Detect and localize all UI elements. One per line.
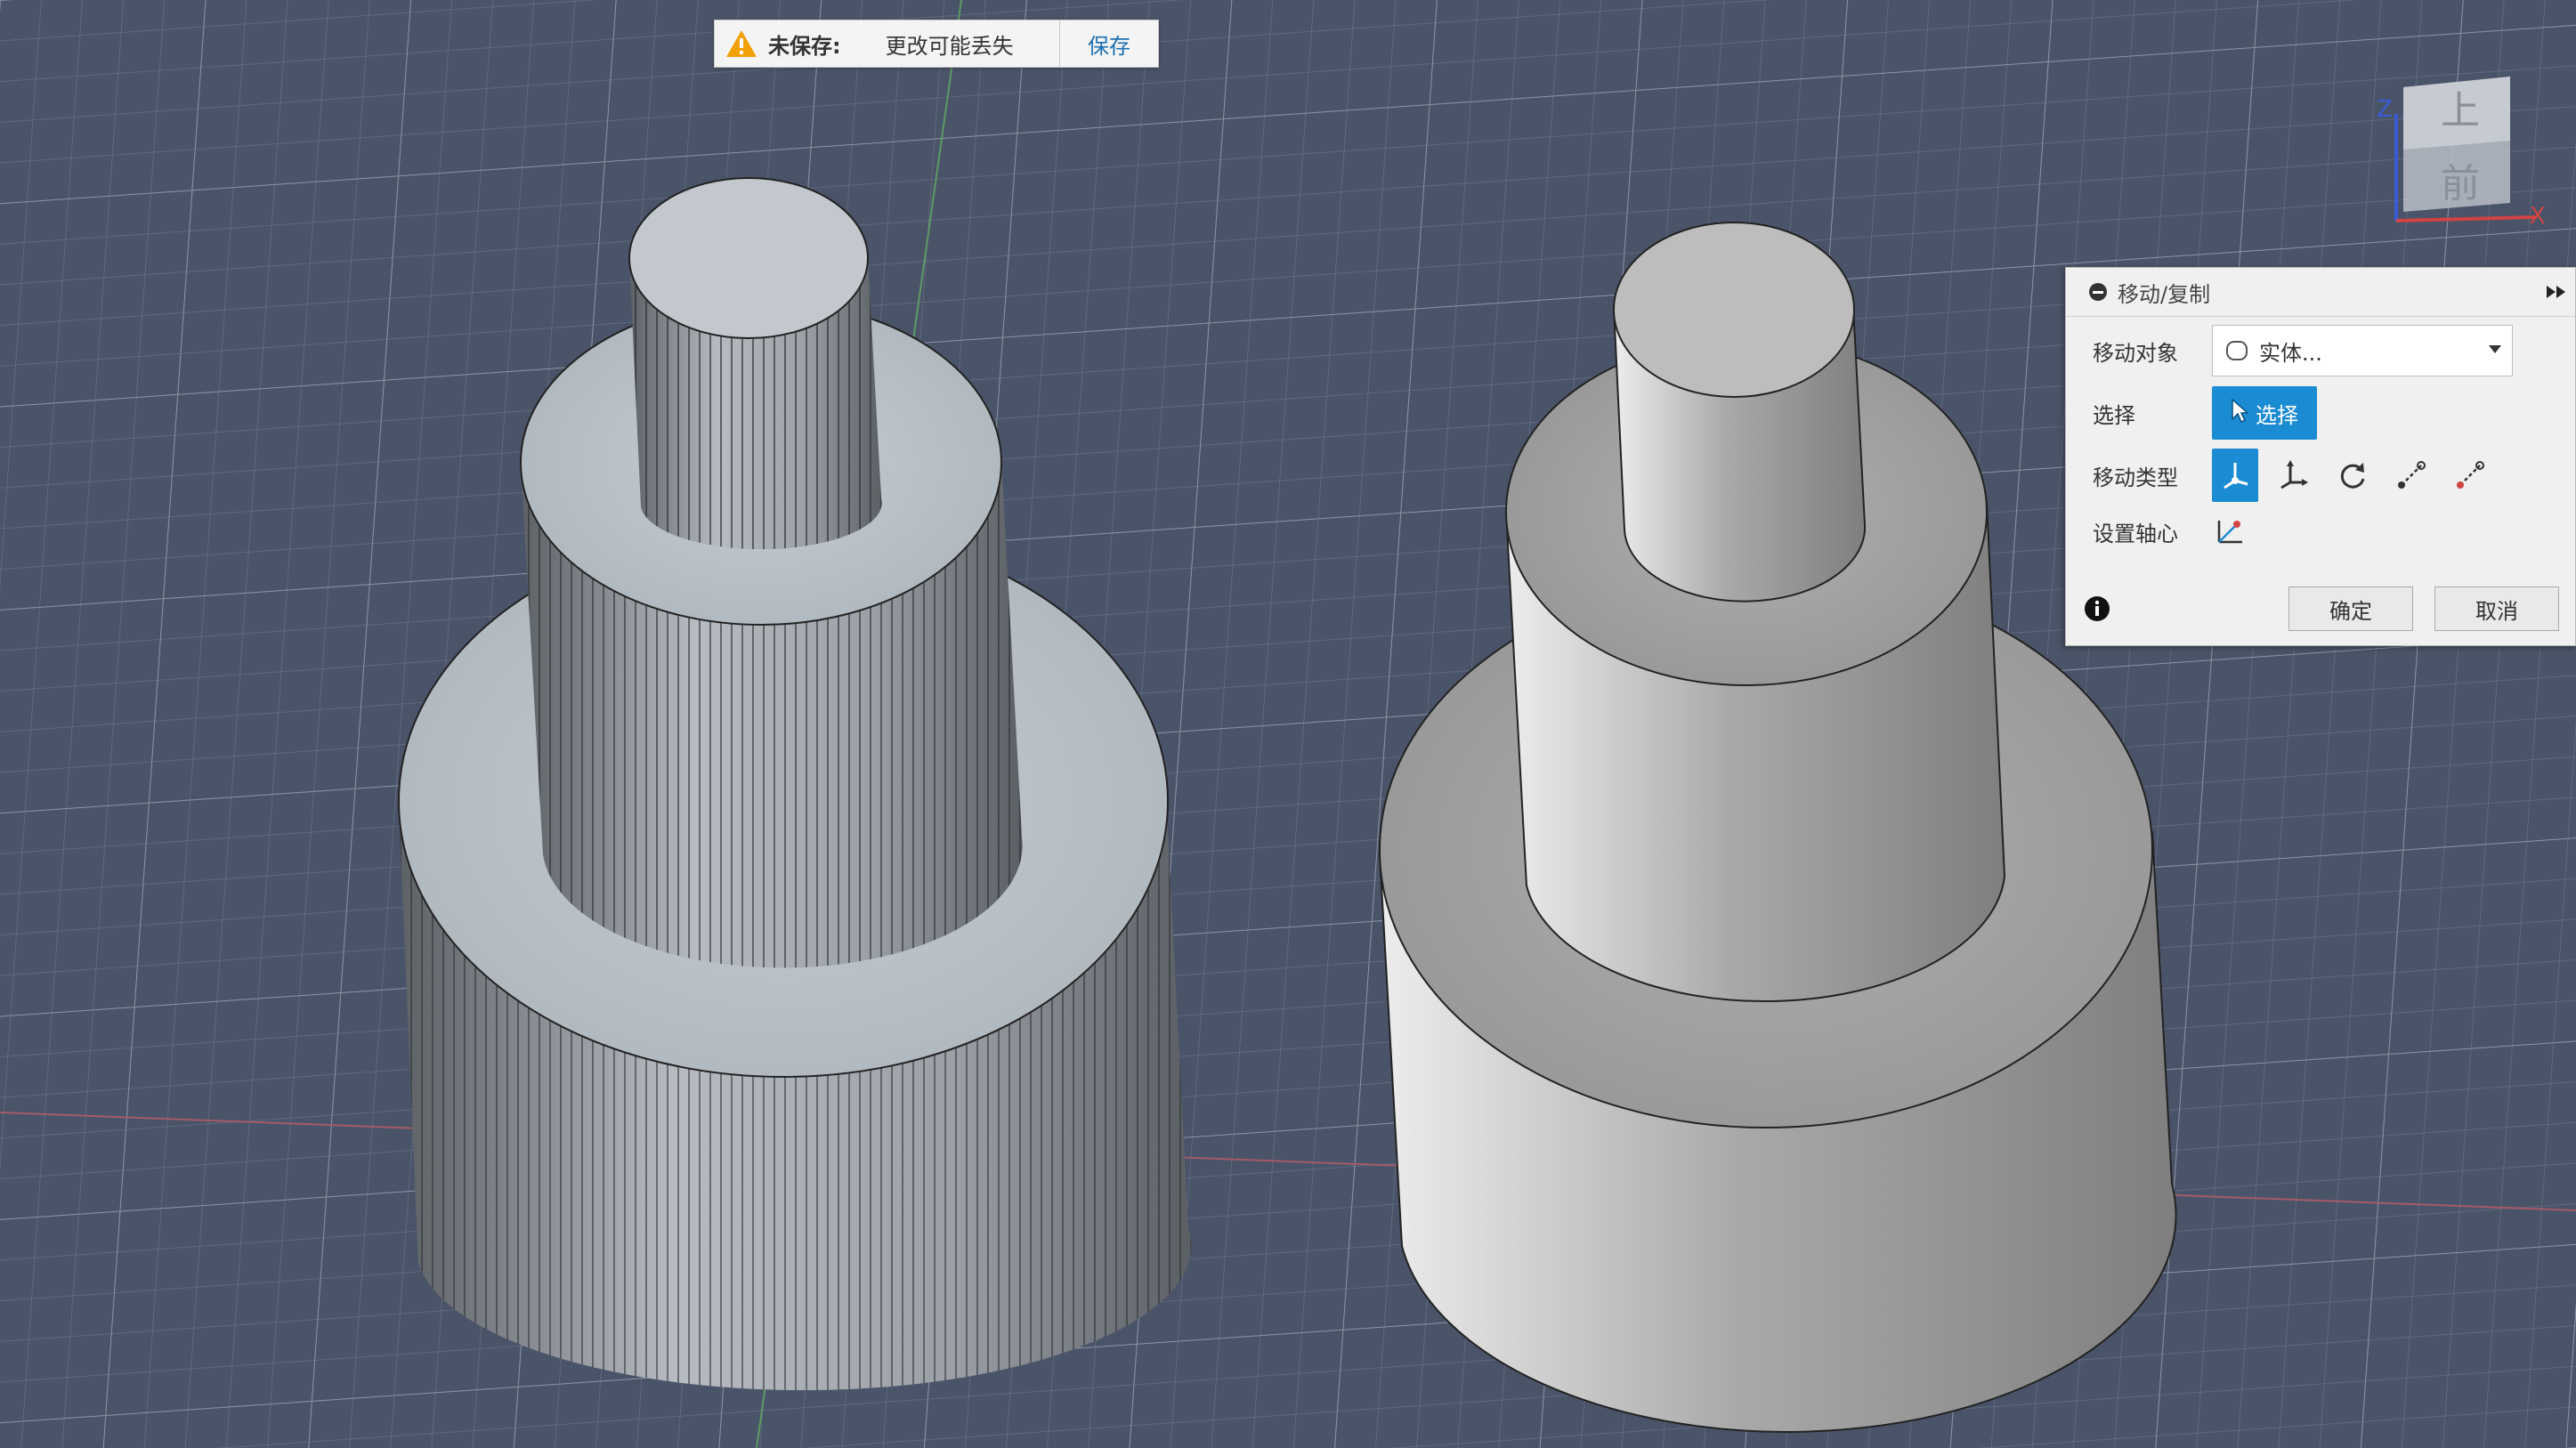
chevron-down-icon[interactable] — [2489, 345, 2501, 353]
move-object-row: 移动对象 实体... — [2093, 325, 2513, 376]
info-icon[interactable] — [2084, 595, 2110, 622]
set-pivot-label: 设置轴心 — [2093, 521, 2178, 546]
point-to-position-icon[interactable] — [2447, 449, 2493, 502]
point-to-point-icon[interactable] — [2388, 449, 2434, 502]
select-button-label: 选择 — [2256, 402, 2298, 428]
set-pivot-icon[interactable] — [2212, 514, 2248, 549]
dialog-header[interactable]: 移动/复制 — [2066, 268, 2575, 317]
move-type-row: 移动类型 — [2093, 449, 2506, 502]
dialog-title: 移动/复制 — [2118, 281, 2211, 307]
warning-icon — [715, 29, 768, 58]
axis-x-label: X — [2530, 203, 2546, 230]
free-move-icon[interactable] — [2212, 449, 2258, 502]
move-copy-dialog: 移动/复制 移动对象 实体... 选择 选择 移动类型 设置轴心 确定 取消 — [2065, 267, 2576, 646]
select-button[interactable]: 选择 — [2212, 386, 2317, 440]
move-object-label: 移动对象 — [2093, 340, 2178, 366]
move-type-label: 移动类型 — [2093, 465, 2178, 490]
cancel-button[interactable]: 取消 — [2434, 586, 2559, 631]
translate-icon[interactable] — [2271, 449, 2317, 502]
move-object-value: 实体... — [2259, 340, 2322, 366]
select-label: 选择 — [2093, 402, 2135, 428]
select-row: 选择 选择 — [2093, 386, 2317, 440]
cursor-arrow-icon — [2231, 398, 2249, 428]
unsaved-notification: 未保存: 更改可能丢失 保存 — [714, 20, 1159, 68]
axis-z-label: Z — [2377, 96, 2393, 123]
ok-button[interactable]: 确定 — [2288, 586, 2413, 631]
unsaved-message: 更改可能丢失 — [885, 33, 1014, 59]
rotate-icon[interactable] — [2329, 449, 2376, 502]
collapse-icon[interactable] — [2089, 283, 2107, 301]
viewcube-top-label[interactable]: 上 — [2441, 78, 2480, 135]
set-pivot-row: 设置轴心 — [2093, 514, 2248, 549]
save-link[interactable]: 保存 — [1059, 20, 1158, 67]
3d-viewport[interactable] — [0, 0, 2576, 1448]
body-icon — [2225, 339, 2248, 362]
viewcube-front-label[interactable]: 前 — [2441, 151, 2480, 208]
expand-icon[interactable] — [2545, 282, 2568, 307]
move-object-dropdown[interactable]: 实体... — [2212, 325, 2513, 376]
view-cube[interactable]: 上 前 Z X — [2377, 69, 2546, 239]
unsaved-title: 未保存: — [768, 33, 841, 59]
